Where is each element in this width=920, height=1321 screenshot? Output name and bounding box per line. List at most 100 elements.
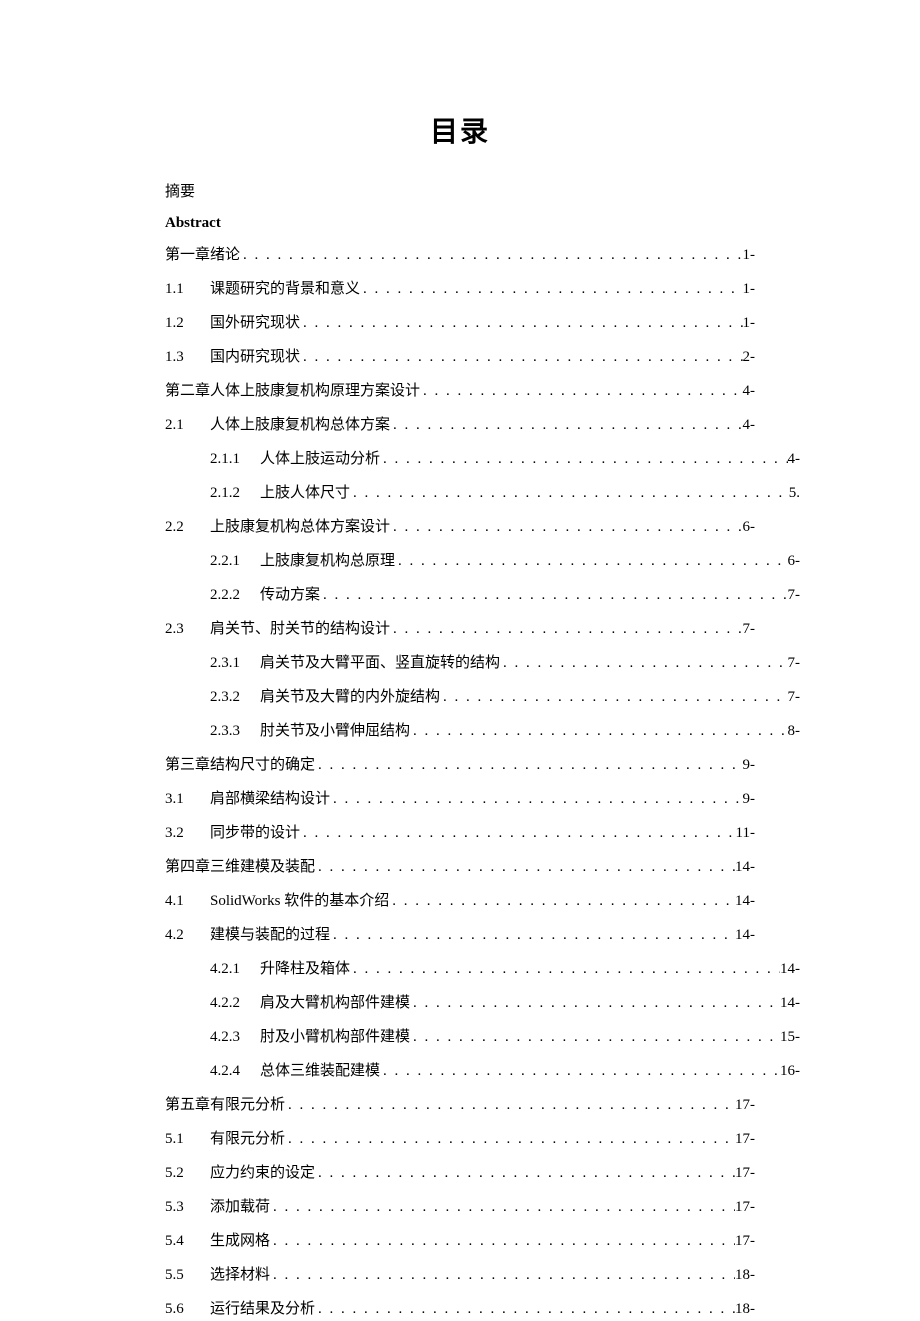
toc-entry: 4.2.3肘及小臂机构部件建模 15- [165, 1025, 800, 1049]
toc-entry-page: 1- [743, 243, 756, 267]
toc-entry: 1.2国外研究现状1- [165, 311, 755, 335]
toc-entry-label: SolidWorks 软件的基本介绍 [210, 889, 389, 913]
toc-entry-label: 肩及大臂机构部件建模 [260, 991, 410, 1015]
toc-entry-number: 5.1 [165, 1127, 210, 1151]
toc-entry-number: 2.3.3 [210, 719, 260, 743]
toc-entry-number: 4.2.4 [210, 1059, 260, 1083]
toc-entry-number: 2.2 [165, 515, 210, 539]
toc-entry-page: 14- [735, 855, 755, 879]
toc-entry-label: 第三章结构尺寸的确定 [165, 753, 315, 777]
toc-entry-number: 5.3 [165, 1195, 210, 1219]
toc-entry-page: 14- [735, 889, 755, 913]
toc-entry-number: 4.2.2 [210, 991, 260, 1015]
toc-leader-dots [315, 1161, 735, 1185]
toc-entry-number: 5.2 [165, 1161, 210, 1185]
toc-leader-dots [390, 413, 742, 437]
toc-entry: 第五章有限元分析17- [165, 1093, 755, 1117]
toc-entry-page: 8- [788, 719, 801, 743]
toc-entry-number: 2.2.2 [210, 583, 260, 607]
toc-entry-page: 6- [788, 549, 801, 573]
toc-entry-page: 14- [780, 991, 800, 1015]
toc-leader-dots [390, 515, 742, 539]
toc-leader-dots [350, 481, 789, 505]
toc-entry-number: 4.2.3 [210, 1025, 260, 1049]
toc-entry-label: 肩部横梁结构设计 [210, 787, 330, 811]
toc-entry-page: 18- [735, 1263, 755, 1287]
toc-leader-dots [389, 889, 735, 913]
toc-entry-label: 上肢康复机构总原理 [260, 549, 395, 573]
toc-entry: 4.1SolidWorks 软件的基本介绍14- [165, 889, 755, 913]
toc-entry: 2.2.1上肢康复机构总原理 6- [165, 549, 800, 573]
toc-leader-dots [420, 379, 742, 403]
toc-leader-dots [330, 787, 742, 811]
toc-entry-page: 7- [743, 617, 756, 641]
toc-leader-dots [300, 345, 742, 369]
toc-entry-label: 国外研究现状 [210, 311, 300, 335]
toc-entry-number: 2.3 [165, 617, 210, 641]
toc-entry-label: 选择材料 [210, 1263, 270, 1287]
toc-entry-label: 人体上肢康复机构总体方案 [210, 413, 390, 437]
toc-entry-page: 14- [735, 923, 755, 947]
toc-entry-label: 第五章有限元分析 [165, 1093, 285, 1117]
abstract-en-label: Abstract [165, 209, 755, 238]
toc-entry-label: 总体三维装配建模 [260, 1059, 380, 1083]
toc-entry-label: 有限元分析 [210, 1127, 285, 1151]
toc-leader-dots [410, 1025, 780, 1049]
toc-entry-number: 2.3.2 [210, 685, 260, 709]
toc-entry-number: 1.1 [165, 277, 210, 301]
toc-entry-page: 1- [743, 277, 756, 301]
toc-entry-label: 肩关节及大臂的内外旋结构 [260, 685, 440, 709]
toc-entry-label: 升降柱及箱体 [260, 957, 350, 981]
page-title: 目录 [165, 110, 755, 150]
toc-leader-dots [440, 685, 787, 709]
toc-entry: 4.2建模与装配的过程14- [165, 923, 755, 947]
toc-leader-dots [380, 447, 787, 471]
toc-leader-dots [390, 617, 742, 641]
toc-entry-page: 4- [788, 447, 801, 471]
toc-entry: 5.5选择材料 18- [165, 1263, 755, 1287]
toc-leader-dots [360, 277, 742, 301]
toc-entry: 5.4生成网格17- [165, 1229, 755, 1253]
toc-leader-dots [300, 821, 736, 845]
toc-entry-label: 第一章绪论 [165, 243, 240, 267]
toc-entry: 2.1.2上肢人体尺寸5. [165, 481, 800, 505]
toc-entry-number: 2.1 [165, 413, 210, 437]
toc-entry-label: 第四章三维建模及装配 [165, 855, 315, 879]
toc-entry-page: 14- [780, 957, 800, 981]
abstract-cn-label: 摘要 [165, 178, 755, 207]
toc-entry-page: 2- [743, 345, 756, 369]
toc-leader-dots [300, 311, 742, 335]
toc-entry-page: 6- [743, 515, 756, 539]
toc-entry-number: 2.2.1 [210, 549, 260, 573]
toc-entry: 4.2.2肩及大臂机构部件建模 14- [165, 991, 800, 1015]
toc-entry-label: 添加载荷 [210, 1195, 270, 1219]
toc-entry-number: 1.2 [165, 311, 210, 335]
toc-entry: 2.3.1肩关节及大臂平面、竖直旋转的结构7- [165, 651, 800, 675]
toc-entry-label: 应力约束的设定 [210, 1161, 315, 1185]
toc-leader-dots [270, 1263, 735, 1287]
toc-entry: 5.3添加载荷17- [165, 1195, 755, 1219]
toc-leader-dots [315, 753, 742, 777]
toc-leader-dots [410, 719, 787, 743]
toc-entry-label: 人体上肢运动分析 [260, 447, 380, 471]
toc-entry: 第三章结构尺寸的确定9- [165, 753, 755, 777]
toc-entry-label: 课题研究的背景和意义 [210, 277, 360, 301]
toc-entry-label: 肘关节及小臂伸屈结构 [260, 719, 410, 743]
toc-leader-dots [350, 957, 780, 981]
toc-entry: 1.1课题研究的背景和意义 1- [165, 277, 755, 301]
toc-entry: 5.2应力约束的设定17- [165, 1161, 755, 1185]
toc-entry-number: 1.3 [165, 345, 210, 369]
toc-entry-label: 传动方案 [260, 583, 320, 607]
toc-entry: 2.2.2传动方案7- [165, 583, 800, 607]
toc-entry-number: 5.5 [165, 1263, 210, 1287]
toc-entry-page: 16- [780, 1059, 800, 1083]
toc-leader-dots [320, 583, 787, 607]
table-of-contents: 第一章绪论 1- 1.1课题研究的背景和意义 1- 1.2国外研究现状1- 1.3国内研究… [165, 243, 755, 1321]
toc-entry: 1.3国内研究现状2- [165, 345, 755, 369]
toc-entry-label: 肘及小臂机构部件建模 [260, 1025, 410, 1049]
toc-entry: 第一章绪论 1- [165, 243, 755, 267]
toc-entry: 2.3.3肘关节及小臂伸屈结构 8- [165, 719, 800, 743]
toc-entry-page: 9- [743, 787, 756, 811]
toc-entry-number: 5.4 [165, 1229, 210, 1253]
toc-entry-page: 15- [780, 1025, 800, 1049]
